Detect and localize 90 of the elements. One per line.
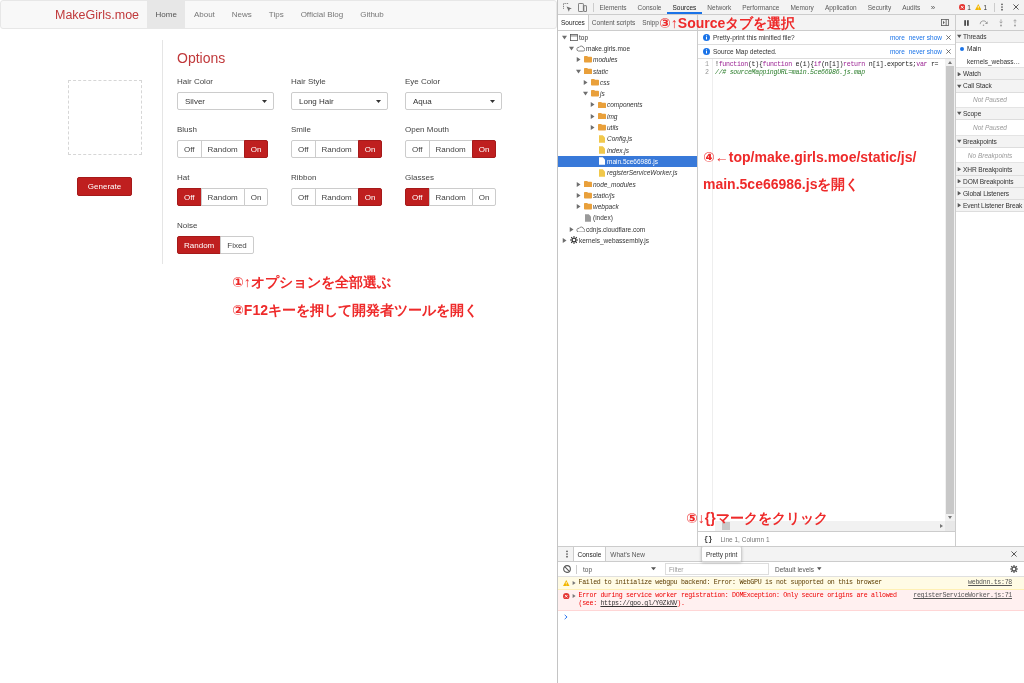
field-label: Open Mouth <box>405 125 450 135</box>
annotation-text: ④←top/make.girls.moe/static/js/ main.5ce66986.jsを開く <box>703 148 917 194</box>
nav-link[interactable]: About <box>185 1 224 28</box>
brand-link[interactable]: MakeGirls.moe <box>55 1 148 28</box>
toggle-button[interactable]: On <box>471 188 497 206</box>
toggle-button[interactable]: Random <box>314 140 359 158</box>
nav-link[interactable]: Github <box>351 1 393 28</box>
field-label: Blush <box>177 125 197 135</box>
toggle-button[interactable]: On <box>471 140 497 158</box>
annotation-text: ③↑Sourceタブを選択 <box>659 16 796 31</box>
error-icon <box>563 592 570 600</box>
folder-icon <box>583 203 592 210</box>
toggle-button[interactable]: On <box>243 140 269 158</box>
pause-icon[interactable] <box>964 19 970 26</box>
field-label: Glasses <box>405 173 434 183</box>
nav-link[interactable]: News <box>223 1 261 28</box>
status-dot-icon <box>959 46 964 51</box>
caret-icon <box>262 99 267 103</box>
gear-icon <box>569 236 578 245</box>
error-icon <box>958 3 966 11</box>
toggle-button[interactable]: Random <box>200 140 245 158</box>
select-field[interactable]: Aqua <box>405 92 502 110</box>
folder-icon <box>590 79 599 86</box>
toggle-button[interactable]: Off <box>291 188 316 206</box>
nav-link[interactable]: Tips <box>260 1 293 28</box>
caret-icon <box>571 581 576 585</box>
toggle-button[interactable]: On <box>357 188 383 206</box>
toggle-button[interactable]: Random <box>200 188 245 206</box>
prohibited-icon[interactable] <box>563 565 571 573</box>
select-field[interactable]: Silver <box>177 92 274 110</box>
field-label: Hat <box>177 173 190 183</box>
caret-icon <box>490 99 495 103</box>
folder-icon <box>597 124 606 131</box>
vertical-scrollbar[interactable] <box>945 59 955 521</box>
nav-link[interactable]: Official Blog <box>292 1 352 28</box>
annotation-text: ①↑オプションを全部選ぶ <box>232 275 391 290</box>
toggle-button[interactable]: Random <box>428 188 473 206</box>
field-label: Ribbon <box>291 173 317 183</box>
scrollbar-corner <box>945 521 955 531</box>
folder-icon <box>583 192 592 199</box>
toggle-button[interactable]: Off <box>405 188 430 206</box>
more-tabs-button[interactable]: » <box>925 2 941 12</box>
toggle-button[interactable]: On <box>243 188 269 206</box>
device-icon[interactable] <box>578 2 587 12</box>
settings-icon[interactable] <box>1010 565 1018 573</box>
folder-icon <box>583 67 592 75</box>
field-label: Smile <box>291 125 311 135</box>
nav-link[interactable]: Home <box>147 1 186 28</box>
info-icon <box>703 48 710 55</box>
field-label: Noise <box>177 221 198 231</box>
panel-toggle-icon[interactable] <box>941 19 949 26</box>
warning-icon <box>563 580 570 586</box>
annotation-text: ②F12キーを押して開発者ツールを開く <box>232 303 478 318</box>
toggle-button[interactable]: On <box>357 140 383 158</box>
caret-icon <box>817 567 822 571</box>
cloud-icon <box>575 225 586 233</box>
close-icon[interactable] <box>946 49 951 54</box>
field-label: Eye Color <box>405 77 441 87</box>
annotation-text: ⑤↓{}マークをクリック <box>686 511 828 526</box>
window-icon <box>569 33 578 41</box>
toggle-button[interactable]: Fixed <box>220 236 254 254</box>
toggle-button[interactable]: Random <box>428 140 473 158</box>
select-field[interactable]: Long Hair <box>291 92 388 110</box>
info-icon <box>703 34 710 41</box>
toggle-button[interactable]: Off <box>291 140 316 158</box>
folder-icon <box>597 101 606 109</box>
cloud-icon <box>575 45 586 52</box>
close-icon[interactable] <box>1013 4 1019 10</box>
field-label: Hair Color <box>177 77 213 87</box>
toggle-button[interactable]: Off <box>405 140 430 158</box>
toggle-button[interactable]: Off <box>177 188 202 206</box>
inspect-icon[interactable] <box>563 2 572 12</box>
toggle-button[interactable]: Random <box>177 236 222 254</box>
caret-icon <box>376 99 381 103</box>
caret-icon <box>571 594 576 598</box>
close-icon[interactable] <box>946 35 951 40</box>
toggle-button[interactable]: Random <box>314 188 359 206</box>
close-icon[interactable] <box>1011 551 1017 557</box>
caret-icon <box>651 567 656 571</box>
folder-icon <box>590 90 599 97</box>
folder-icon <box>597 112 606 120</box>
toggle-button[interactable]: Off <box>177 140 202 158</box>
options-title: Options <box>177 50 227 67</box>
folder-icon <box>583 56 592 63</box>
folder-icon <box>583 180 592 188</box>
chevron-icon <box>564 614 568 620</box>
file-icon <box>584 213 591 222</box>
generate-button[interactable]: Generate <box>77 177 132 196</box>
warning-icon <box>974 4 982 10</box>
field-label: Hair Style <box>291 77 326 87</box>
